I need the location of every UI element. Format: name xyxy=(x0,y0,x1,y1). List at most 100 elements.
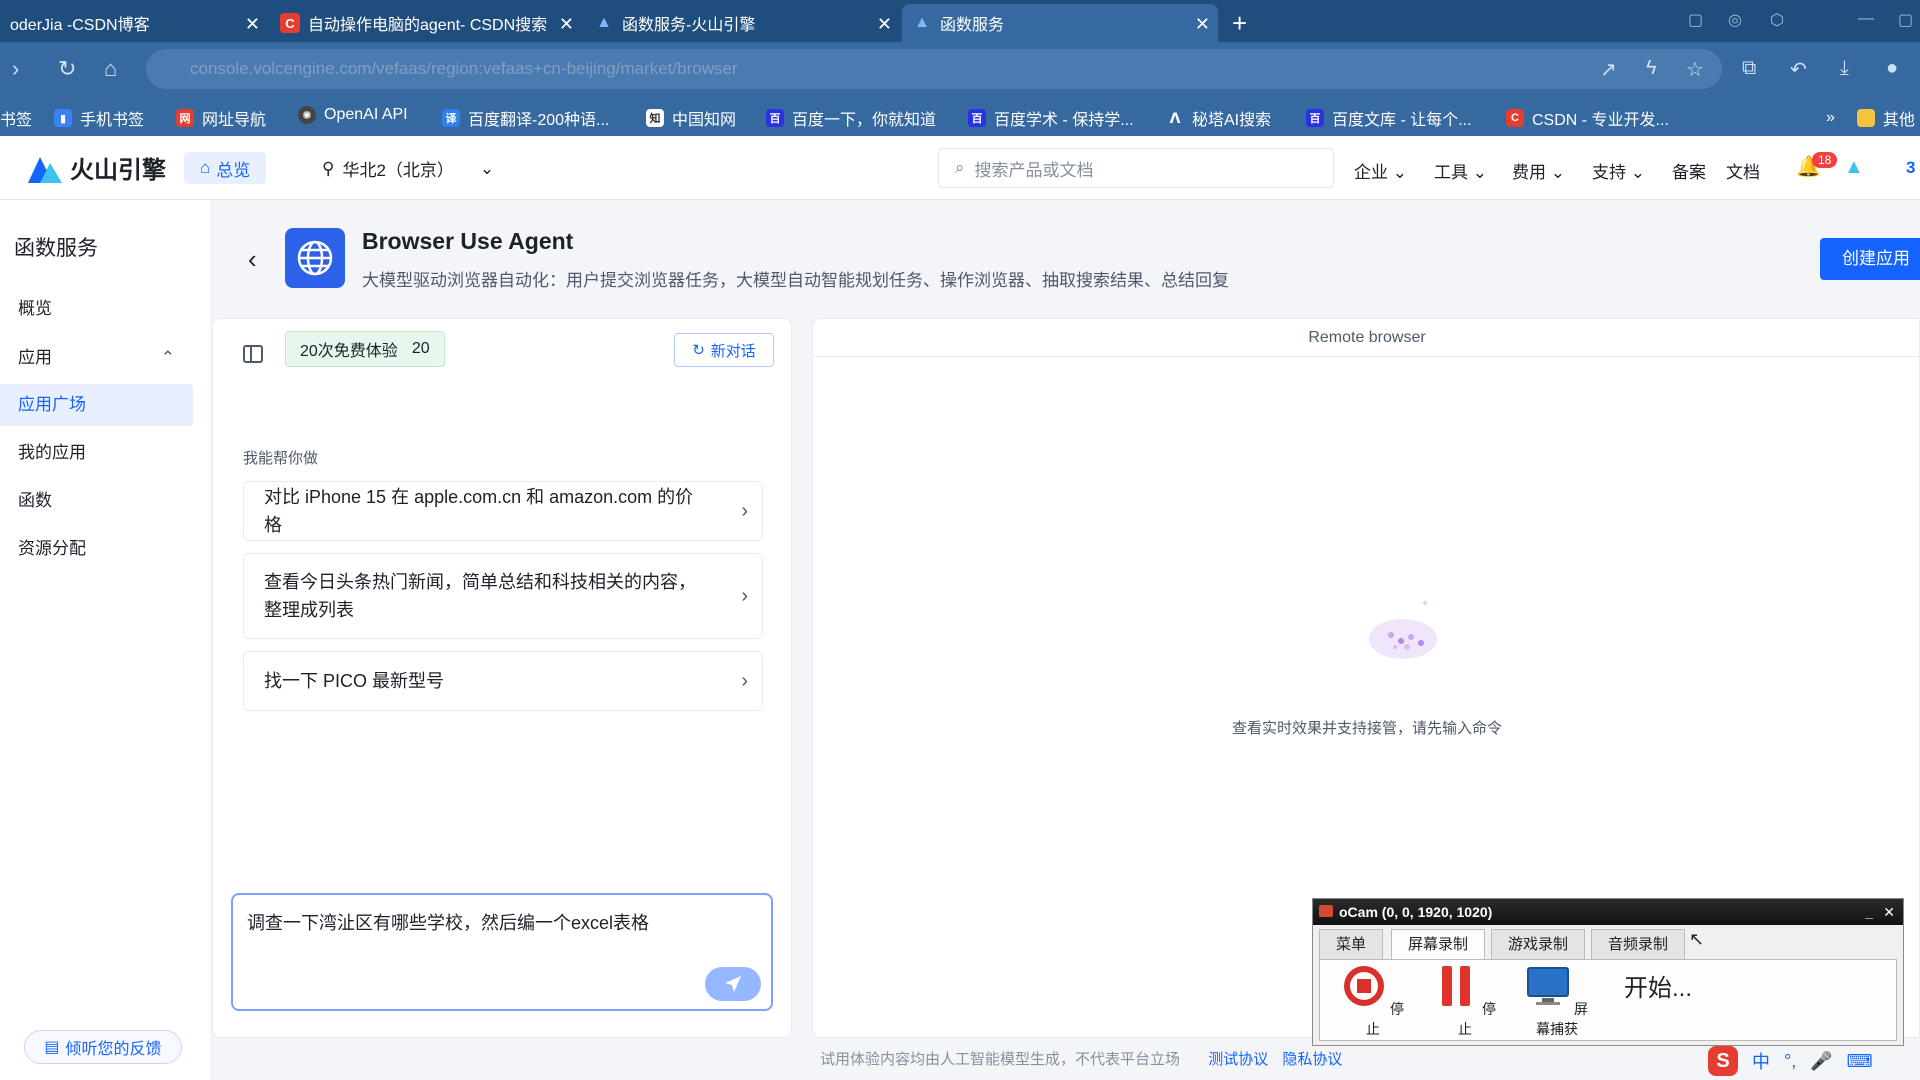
remote-browser-hint: 查看实时效果并支持接管，请先输入命令 xyxy=(1231,720,1502,737)
sidebar-item-functions[interactable]: 函数 xyxy=(0,480,193,522)
reload-icon[interactable]: ↻ xyxy=(58,56,76,82)
star-icon[interactable]: ☆ xyxy=(1686,57,1704,82)
close-icon[interactable]: ✕ xyxy=(1195,14,1210,35)
new-tab-button[interactable]: + xyxy=(1232,8,1247,39)
translate-icon: 译 xyxy=(442,109,460,127)
sogou-ime-icon[interactable]: S xyxy=(1708,1046,1738,1076)
tab-title: 函数服务-火山引擎 xyxy=(622,17,756,34)
message-icon: ▤ xyxy=(44,1039,60,1056)
profile-icon[interactable]: ● xyxy=(1886,57,1898,80)
bookmark-item[interactable]: 百百度文库 - 让每个... xyxy=(1306,106,1472,130)
bookmark-item[interactable]: 网网址导航 xyxy=(176,106,266,130)
openai-icon: ✺ xyxy=(298,106,316,124)
ime-mode[interactable]: 中 xyxy=(1752,1048,1770,1074)
incognito-icon[interactable]: ◎ xyxy=(1728,10,1742,30)
punctuation-icon[interactable]: °, xyxy=(1784,1051,1796,1072)
bookmark-item[interactable]: 知中国知网 xyxy=(646,106,736,130)
chat-input[interactable]: 调查一下湾沚区有哪些学校，然后编一个excel表格 xyxy=(231,893,773,1011)
volcengine-favicon-icon: ▲ xyxy=(596,14,612,31)
close-icon[interactable]: ✕ xyxy=(1883,899,1895,925)
chevron-right-icon: » xyxy=(1826,109,1835,126)
browser-tab-2[interactable]: C 自动操作电脑的agent- CSDN搜索 ✕ xyxy=(270,4,582,42)
browser-tab-4-active[interactable]: ▲ 函数服务 ✕ xyxy=(902,4,1218,42)
close-icon[interactable]: ✕ xyxy=(245,14,260,35)
keyboard-icon[interactable]: ⌨ xyxy=(1847,1051,1873,1072)
nav-tools[interactable]: 工具 ⌄ xyxy=(1434,158,1487,183)
nav-enterprise[interactable]: 企业 ⌄ xyxy=(1354,158,1407,183)
cnki-icon: 知 xyxy=(646,109,664,127)
sidebar-toggle-icon[interactable] xyxy=(243,345,263,363)
free-trial-badge: 20次免费体验 20 xyxy=(285,331,445,367)
nav-icp[interactable]: 备案 xyxy=(1672,158,1706,183)
close-icon[interactable]: ✕ xyxy=(559,14,574,35)
new-chat-button[interactable]: ↻ 新对话 xyxy=(674,333,774,367)
ocam-stop-button[interactable]: 停止 xyxy=(1338,964,1408,1039)
privacy-agreement-link[interactable]: 隐私协议 xyxy=(1282,1051,1342,1068)
bookmark-item[interactable]: ✺ OpenAI API xyxy=(298,106,408,124)
back-button[interactable]: ‹ xyxy=(248,244,257,275)
ocam-screen-capture-button[interactable]: 屏幕捕获 xyxy=(1522,964,1592,1039)
ocam-tab-screen-record[interactable]: 屏幕录制 xyxy=(1391,929,1486,959)
extension-icon[interactable]: ⬡ xyxy=(1770,10,1784,30)
sidebar-item-app-market[interactable]: 应用广场 xyxy=(0,384,193,426)
notification-badge: 18 xyxy=(1812,152,1838,168)
browser-tab-3[interactable]: ▲ 函数服务-火山引擎 ✕ xyxy=(584,4,900,42)
send-button[interactable] xyxy=(705,967,761,1001)
ai-assistant-icon[interactable]: ▲ xyxy=(1844,156,1864,179)
ocam-tab-audio-record[interactable]: 音频录制 xyxy=(1591,929,1686,959)
account-indicator[interactable]: 3 xyxy=(1906,158,1915,178)
undo-icon[interactable]: ↶ xyxy=(1790,57,1807,82)
sidebar-item-my-apps[interactable]: 我的应用 xyxy=(0,432,193,474)
overview-button[interactable]: ⌂ 总览 xyxy=(184,152,267,184)
bookmark-more[interactable]: » 其他 xyxy=(1826,106,1915,130)
create-app-button[interactable]: 创建应用 xyxy=(1820,238,1920,280)
volcengine-logo[interactable]: 火山引擎 xyxy=(28,150,166,185)
minimize-icon[interactable]: _ xyxy=(1865,899,1873,925)
url-input[interactable]: console.volcengine.com/vefaas/region:vef… xyxy=(146,49,1722,89)
ocam-pause-button[interactable]: 停止 xyxy=(1430,964,1500,1039)
feedback-button[interactable]: ▤ 倾听您的反馈 xyxy=(24,1030,182,1064)
chevron-right-icon: › xyxy=(741,500,748,522)
region-selector[interactable]: ⚲ 华北2（北京） ⌄ xyxy=(322,156,494,181)
sidebar-item-applications[interactable]: 应用 ⌃ xyxy=(0,337,193,379)
baidu-wenku-icon: 百 xyxy=(1306,109,1324,127)
suggestion-item[interactable]: 查看今日头条热门新闻，简单总结和科技相关的内容，整理成列表 › xyxy=(243,553,763,639)
bookmark-item[interactable]: 译百度翻译-200种语... xyxy=(442,106,609,130)
suggestion-item[interactable]: 找一下 PICO 最新型号 › xyxy=(243,651,763,711)
folder-icon xyxy=(1856,109,1875,127)
extensions-icon[interactable]: ⧉ xyxy=(1742,57,1756,80)
bookmark-item[interactable]: C CSDN - 专业开发... xyxy=(1506,106,1669,130)
forward-icon[interactable]: › xyxy=(12,56,19,82)
ocam-toolbar: 停止 停止 屏幕捕获 开始... xyxy=(1319,959,1897,1041)
minimize-icon[interactable]: — xyxy=(1858,10,1874,28)
ocam-tab-game-record[interactable]: 游戏录制 xyxy=(1491,929,1586,959)
download-icon[interactable]: ⤓ xyxy=(1840,57,1849,80)
help-label: 我能帮你做 xyxy=(243,450,319,467)
bookmark-item[interactable]: 百百度学术 - 保持学... xyxy=(968,106,1134,130)
mouse-cursor-icon: ↖ xyxy=(1689,929,1705,949)
bookmark-item[interactable]: ᐱ 秘塔AI搜索 xyxy=(1166,106,1272,130)
share-icon[interactable]: ↗ xyxy=(1600,57,1617,82)
microphone-icon[interactable]: 🎤 xyxy=(1810,1051,1832,1072)
bookmark-item[interactable]: 书签 xyxy=(0,106,32,130)
ocam-tab-menu[interactable]: 菜单 xyxy=(1319,929,1384,959)
lightning-icon[interactable]: ϟ xyxy=(1646,57,1657,80)
nav-docs[interactable]: 文档 xyxy=(1726,158,1760,183)
suggestion-item[interactable]: 对比 iPhone 15 在 apple.com.cn 和 amazon.com… xyxy=(243,481,763,541)
search-input[interactable]: ⌕ 搜索产品或文档 xyxy=(938,148,1334,188)
ocam-titlebar[interactable]: oCam (0, 0, 1920, 1020) _ ✕ xyxy=(1313,899,1903,925)
tab-title: oderJia -CSDN博客 xyxy=(10,17,150,34)
bookmark-item[interactable]: ▮ 手机书签 xyxy=(54,106,144,130)
browser-tab-1[interactable]: oderJia -CSDN博客 ✕ xyxy=(0,4,268,42)
sidebar: 函数服务 概览 应用 ⌃ 应用广场 我的应用 函数 资源分配 ▤ 倾听您的反馈 xyxy=(0,200,210,1080)
nav-billing[interactable]: 费用 ⌄ xyxy=(1512,158,1565,183)
maximize-icon[interactable]: ▢ xyxy=(1898,10,1913,30)
nav-support[interactable]: 支持 ⌄ xyxy=(1592,158,1645,183)
close-icon[interactable]: ✕ xyxy=(877,14,892,35)
home-icon[interactable]: ⌂ xyxy=(104,56,117,82)
bookmark-item[interactable]: 百百度一下，你就知道 xyxy=(766,106,936,130)
test-agreement-link[interactable]: 测试协议 xyxy=(1208,1051,1268,1068)
tab-search-icon[interactable]: ▢ xyxy=(1688,10,1703,30)
sidebar-item-overview[interactable]: 概览 xyxy=(0,288,193,330)
sidebar-item-resources[interactable]: 资源分配 xyxy=(0,528,193,570)
